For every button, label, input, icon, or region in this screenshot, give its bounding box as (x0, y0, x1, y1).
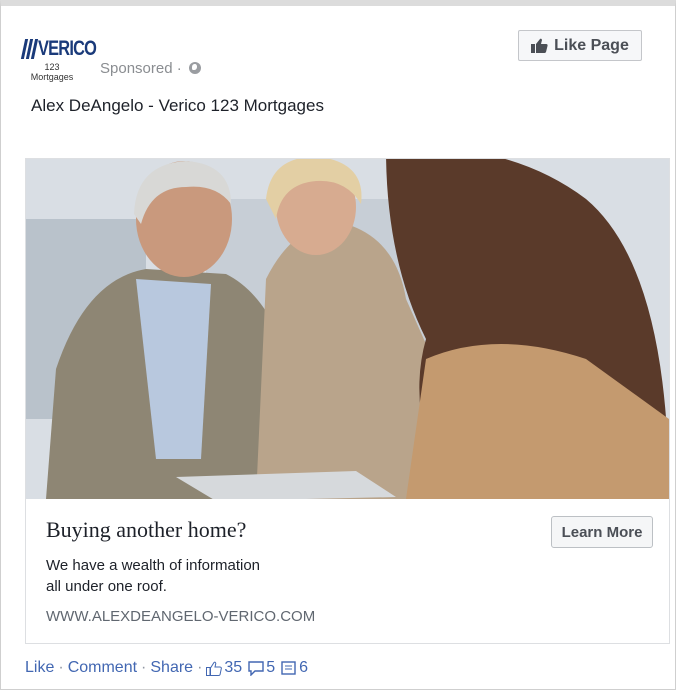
ad-url[interactable]: WWW.ALEXDEANGELO-VERICO.COM (46, 608, 315, 625)
ad-headline[interactable]: Buying another home? (46, 517, 246, 543)
ad-photo[interactable] (26, 159, 669, 499)
page-logo[interactable]: VERICO 123 Mortgages (20, 36, 97, 86)
post-actions: Like · Comment · Share · 35 5 6 (25, 659, 314, 677)
page-name[interactable]: Alex DeAngelo - Verico 123 Mortgages (31, 96, 324, 116)
like-link[interactable]: Like (25, 659, 54, 677)
ad-description-line-2: all under one roof. (46, 578, 167, 595)
ad-description-line-1: We have a wealth of information (46, 557, 261, 574)
logo-bars-icon (20, 39, 39, 59)
ad-post: VERICO 123 Mortgages Sponsored · Like Pa… (0, 0, 676, 690)
sponsored-label: Sponsored · (100, 60, 201, 77)
comment-bubble-icon[interactable] (248, 660, 264, 676)
thumbs-up-icon (531, 38, 548, 53)
share-icon[interactable] (281, 660, 297, 676)
sponsored-text: Sponsored · (100, 60, 186, 77)
like-page-label: Like Page (554, 36, 629, 54)
learn-more-button[interactable]: Learn More (551, 516, 653, 548)
logo-subtitle-word: Mortgages (30, 72, 74, 82)
like-page-button[interactable]: Like Page (518, 30, 642, 61)
separator-dot: · (141, 659, 147, 676)
shares-count[interactable]: 6 (299, 659, 308, 677)
separator-dot: · (197, 659, 203, 676)
likes-thumb-icon[interactable] (206, 661, 223, 676)
logo-word: VERICO (38, 37, 97, 60)
globe-icon (188, 62, 201, 74)
likes-count[interactable]: 35 (224, 659, 242, 677)
comment-link[interactable]: Comment (68, 659, 137, 677)
comments-count[interactable]: 5 (266, 659, 275, 677)
ad-card[interactable]: Buying another home? We have a wealth of… (25, 158, 670, 644)
separator-dot: · (58, 659, 64, 676)
ad-description: We have a wealth of information all unde… (46, 555, 346, 597)
ad-photo-illustration (26, 159, 669, 499)
logo-subtitle-number: 123 (44, 62, 60, 72)
verico-logo-mark: VERICO (20, 36, 97, 62)
share-link[interactable]: Share (150, 659, 193, 677)
